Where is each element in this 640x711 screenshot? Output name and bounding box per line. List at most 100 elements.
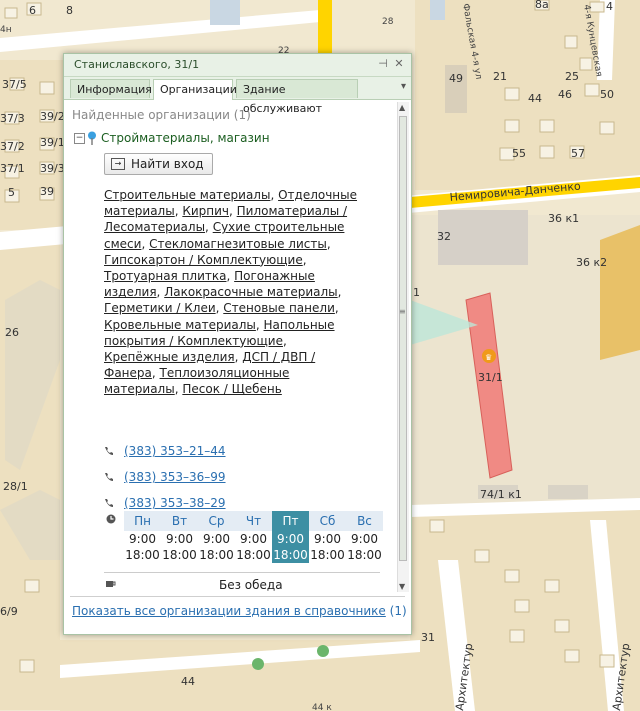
show-all-orgs-label: Показать все организации здания в справо… [72,604,386,618]
phone-icon [105,447,113,455]
svg-text:49: 49 [449,72,463,85]
organizations-content: Найденные организации (1) − Стройматериа… [64,100,397,594]
building [210,0,240,25]
tab-info[interactable]: Информация [70,79,152,98]
svg-text:44 к: 44 к [312,703,332,711]
svg-text:36 к1: 36 к1 [548,212,579,225]
scrollbar[interactable]: ▲ ≡ ▼ [397,102,409,592]
opening-hours: Пн Вт Ср Чт Пт Сб Вс 9:00 9:00 9:00 9:00 9:00 9:00 9… [124,511,383,563]
svg-text:55: 55 [512,147,526,160]
show-all-orgs-link[interactable]: Показать все организации здания в справо… [72,604,407,618]
svg-text:37/3: 37/3 [0,112,25,125]
day-cell: Пн [124,511,161,531]
category-link[interactable]: Стеновые панели [223,301,335,315]
svg-text:6: 6 [29,4,36,17]
day-cell: Пт [272,511,309,531]
close-time: 18:00 [125,548,160,562]
svg-text:37/1: 37/1 [0,162,25,175]
category-link[interactable]: Песок / Щебень [182,382,281,396]
tab-bar: Информация Организации Здание обслуживаю… [64,77,411,115]
category-link[interactable]: Герметики / Клеи [104,301,216,315]
svg-text:8а: 8а [535,0,549,11]
open-time: 9:00 [166,532,193,546]
svg-text:36 к2: 36 к2 [576,256,607,269]
cup-icon [106,581,116,587]
hours-open: 9:00 9:00 9:00 9:00 9:00 9:00 9:00 [124,531,383,547]
info-panel[interactable]: Станиславского, 31/1 ⊣ ✕ Информация Орга… [63,53,412,635]
svg-text:32: 32 [437,230,451,243]
open-time: 9:00 [240,532,267,546]
phone-number[interactable]: (383) 353–36–99 [124,470,226,484]
svg-text:39/2: 39/2 [40,110,65,123]
hours-days: Пн Вт Ср Чт Пт Сб Вс [124,511,383,531]
poi-pin[interactable] [317,645,329,657]
category-link[interactable]: Кровельные материалы [104,318,256,332]
category-link[interactable]: Крепёжные изделия [104,350,235,364]
svg-text:46: 46 [558,88,572,101]
building [548,485,588,499]
scrollbar-thumb[interactable] [399,116,407,561]
svg-text:21: 21 [493,70,507,83]
phone-number[interactable]: (383) 353–38–29 [124,496,226,510]
poi-pin[interactable] [252,658,264,670]
open-time: 9:00 [203,532,230,546]
category-list: Строительные материалы, Отделочные матер… [104,188,358,397]
panel-header[interactable]: Станиславского, 31/1 ⊣ ✕ [64,54,411,77]
divider [104,572,380,573]
scroll-down-icon[interactable]: ▼ [399,582,405,591]
tabs-menu-icon[interactable]: ▾ [401,81,406,92]
org-name[interactable]: Стройматериалы, магазин [101,131,270,145]
building [430,0,445,20]
day-cell: Чт [235,511,272,531]
svg-text:6/9: 6/9 [0,605,18,618]
divider [70,596,405,597]
category-link[interactable]: Кирпич [182,204,229,218]
svg-text:25: 25 [565,70,579,83]
close-time: 18:00 [199,548,234,562]
open-time: 9:00 [351,532,378,546]
open-time: 9:00 [129,532,156,546]
close-time: 18:00 [347,548,382,562]
category-link[interactable]: Тротуарная плитка [104,269,227,283]
close-icon[interactable]: ✕ [393,57,405,70]
find-entry-button[interactable]: → Найти вход [104,153,213,175]
svg-text:74/1 к1: 74/1 к1 [480,488,522,501]
clock-icon [106,514,116,524]
tab-building-services[interactable]: Здание обслуживают [236,79,358,115]
location-pin-icon [88,131,96,145]
day-cell: Сб [309,511,346,531]
phone-number[interactable]: (383) 353–21–44 [124,444,226,458]
collapse-icon[interactable]: − [74,133,85,144]
day-cell: Вс [346,511,383,531]
day-cell: Вт [161,511,198,531]
category-link[interactable]: Гипсокартон / Комплектующие [104,253,303,267]
svg-text:37/5: 37/5 [2,78,27,91]
hours-close: 18:00 18:00 18:00 18:00 18:00 18:00 18:00 [124,547,383,563]
svg-text:1: 1 [413,286,420,299]
panel-title: Станиславского, 31/1 [74,58,200,71]
open-time: 9:00 [314,532,341,546]
building [438,210,528,265]
svg-text:31: 31 [421,631,435,644]
pin-panel-icon[interactable]: ⊣ [377,57,389,70]
close-time: 18:00 [272,547,309,563]
close-time: 18:00 [236,548,271,562]
svg-text:44: 44 [528,92,542,105]
close-time: 18:00 [310,548,345,562]
scroll-up-icon[interactable]: ▲ [399,103,405,112]
svg-text:50: 50 [600,88,614,101]
open-time: 9:00 [272,531,309,547]
phone-icon [105,499,113,507]
svg-text:26: 26 [5,326,19,339]
entrance-icon: → [111,157,125,170]
svg-text:♛: ♛ [485,353,492,362]
tab-organizations[interactable]: Организации [153,79,237,100]
category-link[interactable]: Лакокрасочные материалы [164,285,337,299]
close-time: 18:00 [162,548,197,562]
category-link[interactable]: Стекломагнезитовые листы [149,237,327,251]
scroll-grip-icon: ≡ [399,307,406,316]
svg-text:39/1: 39/1 [40,136,65,149]
phone-icon [105,473,113,481]
svg-text:4: 4 [606,0,613,13]
category-link[interactable]: Строительные материалы [104,188,270,202]
